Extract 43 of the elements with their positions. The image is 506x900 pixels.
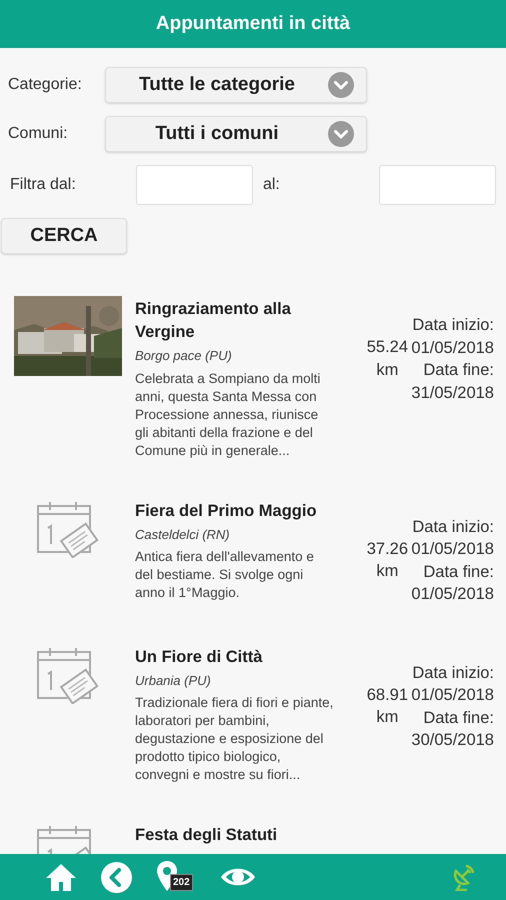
dropdown-icon (328, 121, 354, 147)
event-description: Celebrata a Sompiano da molti anni, questa Santa Messa con Processione annessa, riunisce gli abitanti della frazione e del Comune più in generale... (135, 370, 322, 460)
event-title[interactable]: Fiera del Primo Maggio (135, 500, 335, 522)
event-description: Tradizionale fiera di fiori e piante, laboratori per bambini, degustazione e esposizione del prodotto tipico biologico, convegni e mostre su fiori... (135, 694, 334, 784)
search-button[interactable]: CERCA (1, 218, 127, 254)
event-place: Casteldelci (RN) (135, 526, 231, 544)
date-label: Data fine: (422, 708, 494, 728)
home-icon[interactable] (45, 862, 77, 892)
date-label: Data inizio: (411, 662, 494, 684)
filter-label: Categorie: (8, 75, 83, 95)
event-distance: 55.24 km (366, 337, 410, 380)
date-label: Data inizio: (411, 516, 494, 538)
event-place: Borgo pace (PU) (135, 347, 233, 365)
event-distance: 68.91 km (366, 684, 410, 728)
event-place: Urbania (PU) (135, 672, 212, 690)
filter-label: al: (262, 175, 281, 195)
event-date: 01/05/2018 (411, 539, 494, 560)
date-label: Data fine: (422, 562, 494, 582)
back-icon[interactable] (101, 862, 132, 892)
event-title[interactable]: Festa degli Statuti (135, 824, 335, 847)
date-field[interactable] (136, 165, 253, 205)
filter-label: Filtra dal: (10, 175, 77, 195)
event-title[interactable]: Ringraziamento alla Vergine (135, 298, 335, 344)
event-date: 30/05/2018 (411, 730, 494, 751)
dropdown-icon (328, 72, 354, 98)
filter-label: Comuni: (8, 124, 69, 144)
event-description: Antica fiera dell'allevamento e del bestiame. Si svolge ogni anno il 1°Maggio. (135, 548, 315, 602)
date-label: Data fine: (422, 360, 494, 381)
event-date: 31/05/2018 (411, 382, 494, 404)
calendar-icon (36, 500, 100, 558)
event-date: 01/05/2018 (411, 584, 494, 605)
event-distance: 37.26 km (366, 538, 410, 582)
satellite-icon[interactable] (452, 863, 476, 891)
date-label: Data inizio: (411, 315, 494, 336)
calendar-icon (36, 646, 100, 704)
dropdown[interactable]: Tutte le categorie (105, 67, 367, 103)
event-date: 01/05/2018 (411, 338, 494, 358)
event-title[interactable]: Un Fiore di Città (135, 646, 335, 668)
screen-title: Appuntamenti in città (156, 12, 350, 36)
count-badge: 202 (170, 874, 193, 891)
date-field[interactable] (379, 165, 496, 205)
dropdown[interactable]: Tutti i comuni (105, 116, 367, 152)
event-date: 01/05/2018 (411, 685, 494, 706)
